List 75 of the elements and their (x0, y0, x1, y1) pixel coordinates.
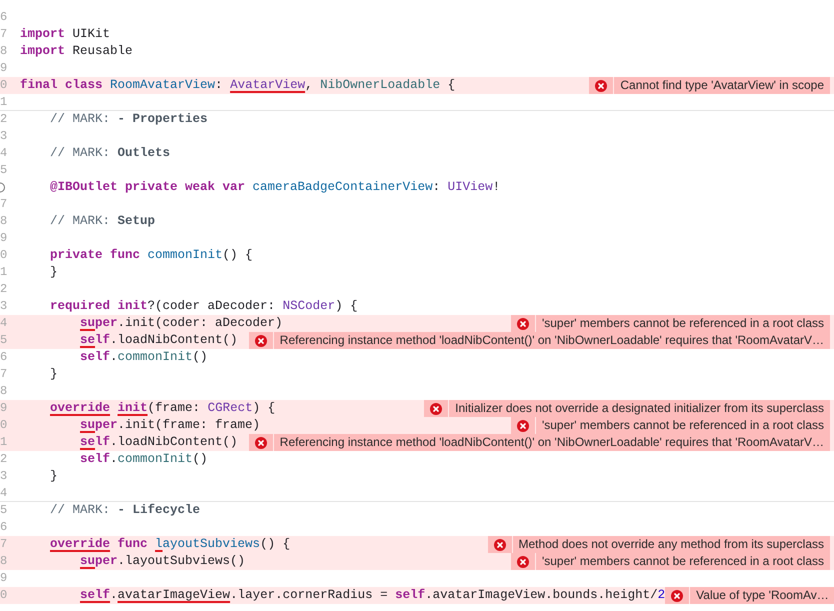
code-line: } (50, 366, 58, 383)
error-message[interactable]: 'super' members cannot be referenced in a root class (536, 553, 830, 570)
line-number: 7 (0, 366, 8, 383)
error-message[interactable]: 'super' members cannot be referenced in a root class (536, 315, 830, 332)
line-number: 5 (0, 502, 8, 519)
code-line: import Reusable (20, 43, 133, 60)
error-icon[interactable] (516, 318, 529, 330)
line-number: 0 (0, 587, 8, 604)
line-number: 4 (0, 485, 8, 502)
line-number: 9 (0, 230, 8, 247)
line-number: 3 (0, 468, 8, 485)
error-icon[interactable] (430, 402, 442, 414)
line-number: 8 (0, 383, 8, 400)
error-message[interactable]: Referencing instance method 'loadNibContent()' on 'NibOwnerLoadable' requires that 'RoomAvatarV… (274, 332, 830, 349)
error-message[interactable]: Method does not override any method from its superclass (512, 536, 830, 553)
code-line: override func layoutSubviews() { (50, 536, 290, 553)
code-line: final class RoomAvatarView: AvatarView, NibOwnerLoadable { (20, 77, 456, 94)
line-number: 4 (0, 315, 8, 332)
code-line: // MARK: Setup (50, 213, 156, 230)
error-icon[interactable] (254, 436, 267, 448)
line-number: 9 (0, 400, 8, 417)
line-number: 6 (0, 9, 8, 26)
line-number: 0 (0, 77, 8, 94)
line-number: 1 (0, 94, 8, 111)
error-message[interactable]: Referencing instance method 'loadNibContent()' on 'NibOwnerLoadable' requires that 'RoomAvatarV… (274, 434, 830, 451)
code-line: self.avatarImageView.layer.cornerRadius = self.avatarImageView.bounds.height/2 (80, 587, 666, 604)
line-number: 4 (0, 145, 8, 162)
line-number: 3 (0, 298, 8, 315)
line-number: 0 (0, 247, 8, 264)
error-message[interactable]: Initializer does not override a designated initializer from its superclass (449, 400, 830, 417)
error-message[interactable]: 'super' members cannot be referenced in a root class (536, 417, 830, 434)
line-number: 0 (0, 417, 8, 434)
code-line: } (50, 264, 58, 281)
line-number: 7 (0, 536, 8, 553)
code-line: self.commonInit() (80, 451, 208, 468)
line-number: 5 (0, 332, 8, 349)
line-number: 8 (0, 43, 8, 60)
line-number: 1 (0, 434, 8, 451)
code-line: super.layoutSubviews() (80, 553, 246, 570)
code-line: private func commonInit() { (50, 247, 253, 264)
line-number: 7 (0, 26, 8, 43)
code-line: self.loadNibContent() (80, 434, 238, 451)
error-message[interactable]: Value of type 'RoomAv… (690, 587, 834, 604)
line-number: 2 (0, 451, 8, 468)
code-line: required init?(coder aDecoder: NSCoder) { (50, 298, 358, 315)
code-line: self.loadNibContent() (80, 332, 238, 349)
code-line: super.init(coder: aDecoder) (80, 315, 283, 332)
code-line: @IBOutlet private weak var cameraBadgeContainerView: UIView! (50, 179, 500, 196)
line-number: 7 (0, 196, 8, 213)
code-line: // MARK: - Lifecycle (50, 502, 200, 519)
error-icon[interactable] (595, 80, 608, 92)
error-icon[interactable] (516, 420, 529, 432)
error-icon[interactable] (254, 334, 267, 346)
error-message[interactable]: Cannot find type 'AvatarView' in scope (614, 77, 830, 94)
line-number: 8 (0, 213, 8, 230)
line-number: 6 (0, 349, 8, 366)
error-icon[interactable] (516, 556, 529, 568)
code-line: import UIKit (20, 26, 110, 43)
line-number: 5 (0, 162, 8, 179)
code-line: // MARK: - Properties (50, 111, 208, 128)
error-icon[interactable] (671, 590, 684, 602)
line-number: 8 (0, 553, 8, 570)
line-number: 2 (0, 281, 8, 298)
line-number: 3 (0, 128, 8, 145)
code-line: } (50, 468, 58, 485)
line-number: 2 (0, 111, 8, 128)
code-line: // MARK: Outlets (50, 145, 170, 162)
code-line: self.commonInit() (80, 349, 208, 366)
code-line: override init(frame: CGRect) { (50, 400, 276, 417)
line-number: 6 (0, 519, 8, 536)
code-line: super.init(frame: frame) (80, 417, 260, 434)
line-number: 1 (0, 264, 8, 281)
error-icon[interactable] (494, 538, 506, 550)
line-number: 9 (0, 570, 8, 587)
line-number: 9 (0, 60, 8, 77)
